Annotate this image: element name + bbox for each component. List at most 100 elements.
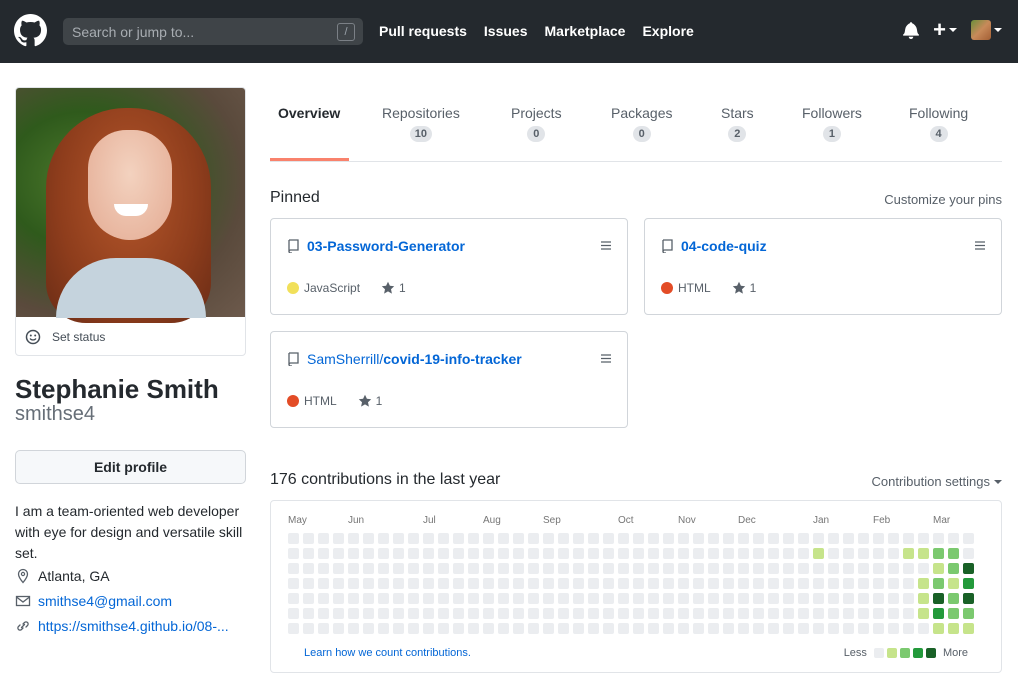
contribution-day-cell[interactable] — [663, 548, 674, 559]
repo-stars[interactable]: 1 — [732, 281, 756, 295]
contribution-day-cell[interactable] — [648, 593, 659, 604]
contribution-day-cell[interactable] — [453, 548, 464, 559]
contribution-day-cell[interactable] — [783, 623, 794, 634]
contribution-day-cell[interactable] — [663, 608, 674, 619]
contribution-day-cell[interactable] — [453, 533, 464, 544]
contribution-day-cell[interactable] — [828, 623, 839, 634]
contribution-day-cell[interactable] — [468, 548, 479, 559]
contribution-day-cell[interactable] — [393, 608, 404, 619]
contribution-day-cell[interactable] — [483, 548, 494, 559]
contribution-day-cell[interactable] — [678, 578, 689, 589]
contribution-day-cell[interactable] — [648, 623, 659, 634]
contribution-day-cell[interactable] — [693, 593, 704, 604]
contribution-day-cell[interactable] — [483, 533, 494, 544]
contribution-day-cell[interactable] — [843, 548, 854, 559]
contribution-day-cell[interactable] — [933, 548, 944, 559]
contribution-day-cell[interactable] — [498, 623, 509, 634]
contribution-day-cell[interactable] — [603, 578, 614, 589]
contribution-day-cell[interactable] — [543, 608, 554, 619]
contribution-day-cell[interactable] — [888, 608, 899, 619]
contribution-day-cell[interactable] — [753, 578, 764, 589]
repo-name-link[interactable]: SamSherrill/covid-19-info-tracker — [307, 351, 522, 367]
contribution-day-cell[interactable] — [783, 548, 794, 559]
contribution-day-cell[interactable] — [408, 563, 419, 574]
contribution-day-cell[interactable] — [543, 548, 554, 559]
contribution-day-cell[interactable] — [738, 533, 749, 544]
contribution-day-cell[interactable] — [873, 608, 884, 619]
contribution-day-cell[interactable] — [828, 578, 839, 589]
contribution-day-cell[interactable] — [558, 563, 569, 574]
contribution-day-cell[interactable] — [873, 533, 884, 544]
nav-issues[interactable]: Issues — [484, 23, 528, 39]
contribution-day-cell[interactable] — [603, 548, 614, 559]
contribution-day-cell[interactable] — [498, 563, 509, 574]
contribution-day-cell[interactable] — [813, 578, 824, 589]
contribution-day-cell[interactable] — [468, 563, 479, 574]
tab-followers[interactable]: Followers 1 — [802, 105, 862, 142]
contribution-day-cell[interactable] — [483, 623, 494, 634]
contribution-day-cell[interactable] — [543, 593, 554, 604]
contribution-day-cell[interactable] — [378, 563, 389, 574]
contribution-day-cell[interactable] — [318, 563, 329, 574]
contribution-day-cell[interactable] — [513, 563, 524, 574]
contribution-day-cell[interactable] — [798, 608, 809, 619]
contribution-day-cell[interactable] — [678, 608, 689, 619]
contribution-day-cell[interactable] — [888, 593, 899, 604]
repo-name-link[interactable]: 03-Password-Generator — [307, 238, 465, 254]
contribution-day-cell[interactable] — [528, 593, 539, 604]
contribution-day-cell[interactable] — [888, 563, 899, 574]
contribution-day-cell[interactable] — [708, 623, 719, 634]
contribution-day-cell[interactable] — [498, 533, 509, 544]
contribution-day-cell[interactable] — [678, 593, 689, 604]
contribution-day-cell[interactable] — [528, 578, 539, 589]
contribution-day-cell[interactable] — [573, 533, 584, 544]
contribution-day-cell[interactable] — [618, 548, 629, 559]
contribution-day-cell[interactable] — [333, 533, 344, 544]
contribution-day-cell[interactable] — [648, 548, 659, 559]
contribution-day-cell[interactable] — [423, 623, 434, 634]
contribution-day-cell[interactable] — [453, 593, 464, 604]
contribution-day-cell[interactable] — [558, 578, 569, 589]
contribution-day-cell[interactable] — [288, 578, 299, 589]
contribution-day-cell[interactable] — [663, 623, 674, 634]
contribution-day-cell[interactable] — [588, 563, 599, 574]
contribution-day-cell[interactable] — [573, 593, 584, 604]
contribution-day-cell[interactable] — [303, 578, 314, 589]
contribution-day-cell[interactable] — [363, 548, 374, 559]
contribution-day-cell[interactable] — [543, 533, 554, 544]
contribution-day-cell[interactable] — [543, 623, 554, 634]
contribution-day-cell[interactable] — [453, 623, 464, 634]
contribution-day-cell[interactable] — [723, 623, 734, 634]
contribution-day-cell[interactable] — [513, 623, 524, 634]
contribution-day-cell[interactable] — [318, 578, 329, 589]
contribution-day-cell[interactable] — [573, 548, 584, 559]
contribution-day-cell[interactable] — [843, 533, 854, 544]
contribution-day-cell[interactable] — [348, 608, 359, 619]
contribution-day-cell[interactable] — [648, 578, 659, 589]
contribution-day-cell[interactable] — [303, 533, 314, 544]
contribution-day-cell[interactable] — [918, 578, 929, 589]
contribution-day-cell[interactable] — [678, 623, 689, 634]
contribution-day-cell[interactable] — [813, 623, 824, 634]
contribution-day-cell[interactable] — [393, 533, 404, 544]
contribution-day-cell[interactable] — [303, 608, 314, 619]
contribution-day-cell[interactable] — [753, 548, 764, 559]
contribution-day-cell[interactable] — [933, 578, 944, 589]
contribution-day-cell[interactable] — [393, 548, 404, 559]
contribution-day-cell[interactable] — [768, 623, 779, 634]
contribution-day-cell[interactable] — [333, 608, 344, 619]
contribution-day-cell[interactable] — [333, 548, 344, 559]
search-input[interactable]: Search or jump to... / — [63, 18, 363, 45]
contribution-day-cell[interactable] — [288, 623, 299, 634]
customize-pins-link[interactable]: Customize your pins — [884, 192, 1002, 207]
contribution-day-cell[interactable] — [723, 563, 734, 574]
contribution-day-cell[interactable] — [468, 533, 479, 544]
contribution-day-cell[interactable] — [348, 578, 359, 589]
contribution-day-cell[interactable] — [918, 593, 929, 604]
contribution-day-cell[interactable] — [738, 593, 749, 604]
contribution-day-cell[interactable] — [933, 563, 944, 574]
contribution-day-cell[interactable] — [603, 533, 614, 544]
nav-pull-requests[interactable]: Pull requests — [379, 23, 467, 39]
contribution-day-cell[interactable] — [933, 623, 944, 634]
contribution-day-cell[interactable] — [888, 533, 899, 544]
